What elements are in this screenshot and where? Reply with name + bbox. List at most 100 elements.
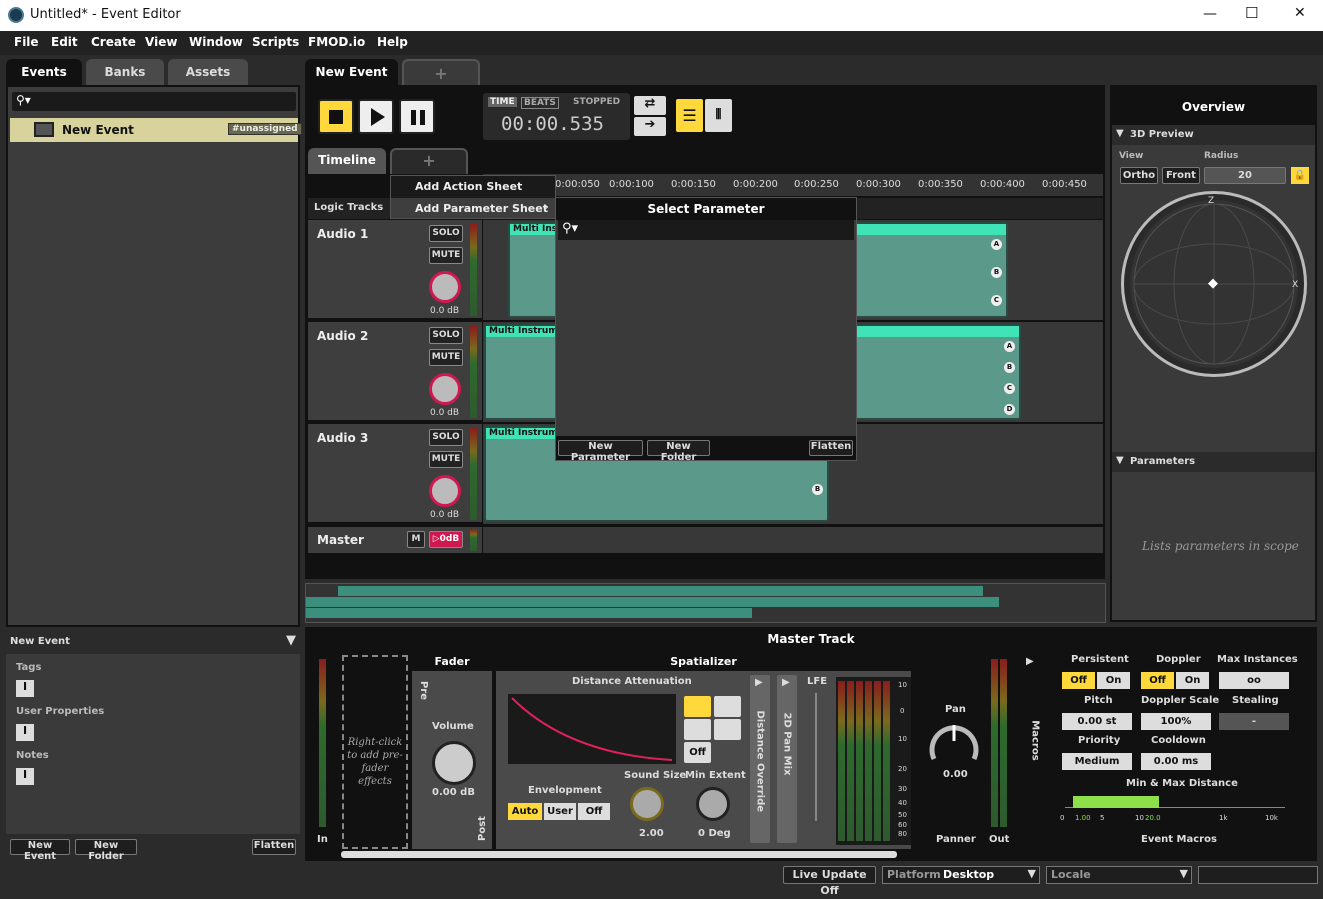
distance-range-slider[interactable] — [1065, 796, 1285, 808]
priority-field[interactable]: Medium — [1062, 753, 1132, 770]
text-cursor-icon[interactable]: I — [16, 768, 34, 785]
time-display[interactable]: TIME BEATS STOPPED 00:00.535 — [483, 93, 630, 140]
menu-window[interactable]: Window — [189, 35, 243, 49]
flatten-button[interactable]: Flatten — [252, 839, 296, 855]
volume-knob[interactable] — [429, 475, 461, 507]
stealing-dropdown[interactable]: - — [1219, 713, 1289, 730]
solo-button[interactable]: SOLO — [429, 327, 463, 344]
locale-selector[interactable]: Locale ▼ — [1046, 866, 1192, 884]
fader-volume-knob[interactable] — [432, 741, 476, 785]
collapse-icon[interactable]: ▼ — [286, 633, 296, 648]
envelopment-auto-button[interactable]: Auto — [508, 803, 542, 820]
curve-linear-squared-button[interactable] — [684, 696, 711, 717]
cooldown-field[interactable]: 0.00 ms — [1141, 753, 1211, 770]
envelopment-user-button[interactable]: User — [544, 803, 576, 820]
list-view-button[interactable]: ☰ — [676, 99, 703, 132]
lock-icon[interactable]: 🔒 — [1291, 167, 1309, 184]
curve-inverse-button[interactable] — [684, 719, 711, 740]
new-folder-button[interactable]: New Folder — [75, 839, 137, 862]
platform-selector[interactable]: Platform Desktop ▼ — [882, 866, 1040, 884]
overview-minimap[interactable] — [305, 583, 1106, 623]
prefader-slot[interactable]: Right-click to add pre-fader effects — [342, 655, 408, 849]
master-volume-slider[interactable]: ▷0dB — [429, 531, 463, 548]
pause-button[interactable] — [399, 99, 435, 134]
doppler-on-button[interactable]: On — [1176, 672, 1209, 689]
tab-banks[interactable]: Banks — [86, 59, 164, 85]
parameter-search-input[interactable]: ⚲▾ — [558, 220, 854, 240]
envelopment-off-button[interactable]: Off — [578, 803, 610, 820]
pan-mix-strip[interactable]: ▶ 2D Pan Mix — [777, 675, 797, 843]
lfe-slider[interactable] — [815, 693, 817, 821]
follow-button[interactable]: ➔ — [634, 117, 666, 136]
mute-button[interactable]: MUTE — [429, 451, 463, 468]
add-sheet-tab[interactable]: + — [390, 148, 468, 174]
search-input[interactable]: ⚲▾ — [12, 92, 296, 111]
front-button[interactable]: Front — [1162, 167, 1200, 184]
solo-button[interactable]: SOLO — [429, 225, 463, 242]
live-update-button[interactable]: Live Update Off — [783, 866, 876, 897]
close-button[interactable]: ✕ — [1294, 5, 1306, 21]
curve-linear-button[interactable] — [714, 696, 741, 717]
details-panel: Tags I User Properties I Notes I — [6, 654, 300, 834]
menu-scripts[interactable]: Scripts — [252, 35, 299, 49]
volume-knob[interactable] — [429, 271, 461, 303]
menu-help[interactable]: Help — [377, 35, 408, 49]
pan-knob[interactable] — [926, 719, 982, 765]
new-parameter-button[interactable]: New Parameter — [558, 440, 643, 463]
mute-button[interactable]: MUTE — [429, 247, 463, 264]
menu-create[interactable]: Create — [91, 35, 136, 49]
master-mute-button[interactable]: M — [407, 531, 425, 548]
tab-events[interactable]: Events — [6, 59, 82, 85]
doppler-scale-field[interactable]: 100% — [1141, 713, 1211, 730]
menu-fmodio[interactable]: FMOD.io — [308, 35, 365, 49]
doppler-off-button[interactable]: Off — [1141, 672, 1174, 689]
preview-section-header[interactable]: ▼ 3D Preview — [1112, 125, 1315, 145]
menu-file[interactable]: File — [14, 35, 39, 49]
curve-inverse-tapered-button[interactable] — [714, 719, 741, 740]
solo-button[interactable]: SOLO — [429, 429, 463, 446]
stop-icon — [329, 110, 343, 124]
mixer-view-button[interactable]: ⦀ — [705, 99, 732, 132]
beats-mode-label[interactable]: BEATS — [521, 97, 559, 109]
macros-expand-icon[interactable]: ▶ — [1026, 656, 1034, 667]
mute-button[interactable]: MUTE — [429, 349, 463, 366]
menu-view[interactable]: View — [145, 35, 177, 49]
text-cursor-icon[interactable]: I — [16, 724, 34, 741]
add-action-sheet-item[interactable]: Add Action Sheet — [415, 180, 522, 193]
volume-label: Volume — [432, 721, 474, 732]
pan-mix-label: 2D Pan Mix — [781, 712, 793, 776]
stop-button[interactable] — [318, 99, 354, 134]
list-item[interactable]: New Event #unassigned — [10, 118, 302, 142]
distance-override-strip[interactable]: ▶ Distance Override — [750, 675, 770, 843]
tab-assets[interactable]: Assets — [168, 59, 248, 85]
ortho-button[interactable]: Ortho — [1120, 167, 1158, 184]
add-parameter-sheet-item[interactable]: Add Parameter Sheet › — [391, 198, 555, 218]
3d-preview-sphere[interactable]: Z X ◆ — [1121, 191, 1307, 377]
tab-new-event[interactable]: New Event — [305, 59, 398, 85]
curve-off-button[interactable]: Off — [684, 742, 711, 763]
menu-edit[interactable]: Edit — [51, 35, 78, 49]
text-cursor-icon[interactable]: I — [16, 680, 34, 697]
radius-field[interactable]: 20 — [1204, 167, 1286, 184]
new-folder-button[interactable]: New Folder — [647, 440, 710, 463]
min-extent-knob[interactable] — [696, 787, 730, 821]
tab-timeline[interactable]: Timeline — [308, 148, 386, 174]
maximize-button[interactable]: ☐ — [1245, 4, 1258, 22]
timeline-ruler[interactable]: 0:00:050 0:00:100 0:00:150 0:00:200 0:00… — [483, 174, 1103, 196]
new-event-button[interactable]: New Event — [10, 839, 70, 862]
time-mode-label[interactable]: TIME — [488, 97, 517, 107]
parameters-section-header[interactable]: ▼ Parameters — [1112, 452, 1315, 472]
cooldown-label: Cooldown — [1151, 735, 1206, 746]
volume-knob[interactable] — [429, 373, 461, 405]
max-instances-field[interactable]: oo — [1219, 672, 1289, 689]
persistent-off-button[interactable]: Off — [1062, 672, 1095, 689]
loop-button[interactable]: ⇄ — [634, 96, 666, 115]
pitch-field[interactable]: 0.00 st — [1062, 713, 1132, 730]
persistent-on-button[interactable]: On — [1097, 672, 1130, 689]
deck-scrollbar[interactable] — [341, 851, 897, 858]
play-button[interactable] — [358, 99, 394, 134]
add-tab-button[interactable]: + — [402, 59, 480, 85]
minimize-button[interactable]: — — [1203, 6, 1217, 22]
flatten-button[interactable]: Flatten — [809, 440, 853, 456]
sound-size-knob[interactable] — [630, 787, 664, 821]
